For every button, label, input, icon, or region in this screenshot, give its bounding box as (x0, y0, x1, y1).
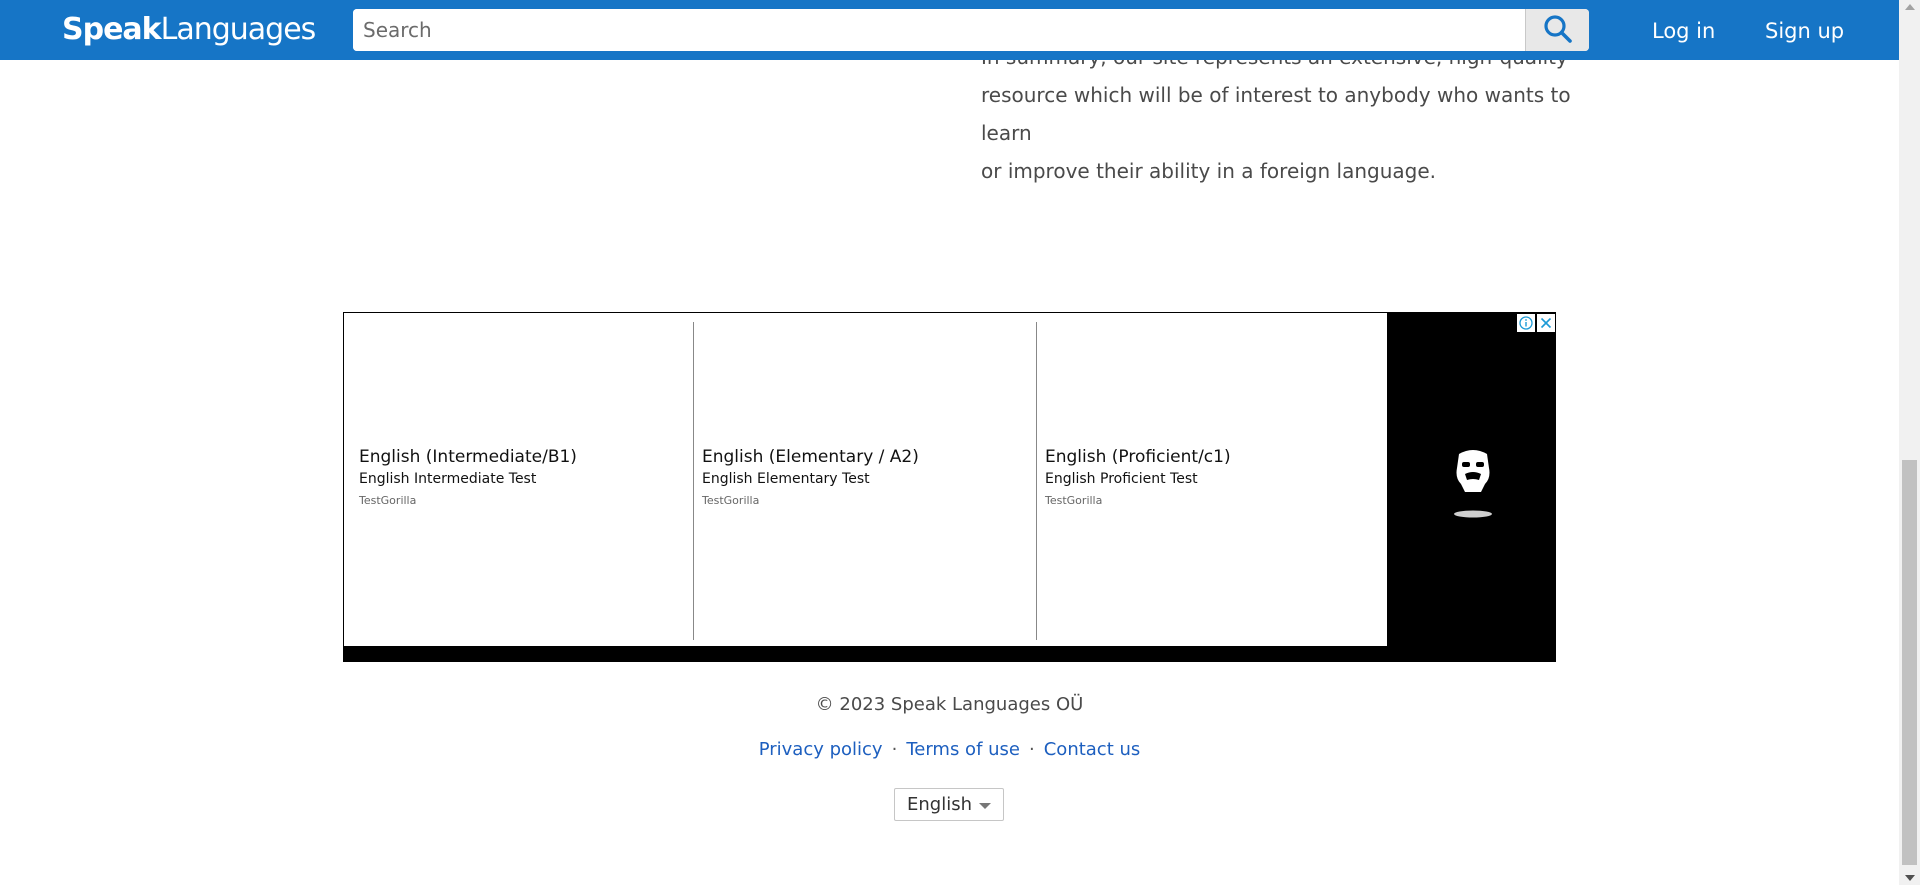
ad-item-title: English (Intermediate/B1) (359, 447, 577, 467)
search-icon (1543, 14, 1573, 47)
contact-us-link[interactable]: Contact us (1044, 739, 1141, 760)
close-icon[interactable] (1537, 314, 1555, 332)
language-select[interactable]: English (894, 788, 1004, 821)
scroll-up-icon[interactable] (1905, 4, 1915, 10)
footer-links: Privacy policy · Terms of use · Contact us (0, 738, 1899, 762)
ad-item[interactable]: English (Proficient/c1) English Proficie… (1030, 313, 1373, 646)
ad-item-title: English (Proficient/c1) (1045, 447, 1231, 467)
link-separator: · (891, 739, 898, 760)
link-separator: · (1029, 739, 1035, 760)
copyright-text: © 2023 Speak Languages OÜ (815, 694, 1084, 715)
site-logo[interactable]: SpeakLanguages (62, 12, 317, 48)
ad-item[interactable]: English (Intermediate/B1) English Interm… (344, 313, 687, 646)
scroll-down-icon[interactable] (1905, 875, 1915, 881)
page: In summary, our site represents an exten… (0, 0, 1920, 885)
top-navbar: SpeakLanguages Log in Sign up (0, 0, 1899, 60)
summary-paragraph: In summary, our site represents an exten… (981, 38, 1591, 190)
terms-of-use-link[interactable]: Terms of use (906, 739, 1020, 760)
ad-item-subtitle: English Intermediate Test (359, 471, 537, 487)
advertisement: English (Intermediate/B1) English Interm… (343, 312, 1556, 662)
scrollbar-thumb[interactable] (1902, 460, 1917, 865)
ad-item-source: TestGorilla (359, 494, 417, 507)
search-input[interactable] (353, 9, 1525, 51)
ad-item-subtitle: English Elementary Test (702, 471, 870, 487)
logo-light-text: Languages (160, 12, 317, 47)
ad-item-source: TestGorilla (702, 494, 760, 507)
login-link[interactable]: Log in (1652, 18, 1715, 44)
logo-bold-text: Speak (62, 12, 162, 47)
ad-item-title: English (Elementary / A2) (702, 447, 919, 467)
summary-line: or improve their ability in a foreign la… (981, 159, 1437, 183)
search-bar (353, 9, 1589, 51)
ad-item[interactable]: English (Elementary / A2) English Elemen… (687, 313, 1030, 646)
search-button[interactable] (1525, 9, 1589, 51)
gorilla-icon[interactable] (1451, 448, 1495, 524)
chevron-down-icon (979, 803, 991, 809)
ad-item-source: TestGorilla (1045, 494, 1103, 507)
summary-line: resource which will be of interest to an… (981, 83, 1571, 145)
privacy-policy-link[interactable]: Privacy policy (759, 739, 883, 760)
language-selected-value: English (907, 794, 972, 815)
info-icon[interactable] (1517, 314, 1535, 332)
ad-content-panel: English (Intermediate/B1) English Interm… (344, 313, 1387, 646)
ad-item-subtitle: English Proficient Test (1045, 471, 1198, 487)
signup-link[interactable]: Sign up (1765, 18, 1844, 44)
vertical-scrollbar[interactable] (1899, 0, 1920, 885)
